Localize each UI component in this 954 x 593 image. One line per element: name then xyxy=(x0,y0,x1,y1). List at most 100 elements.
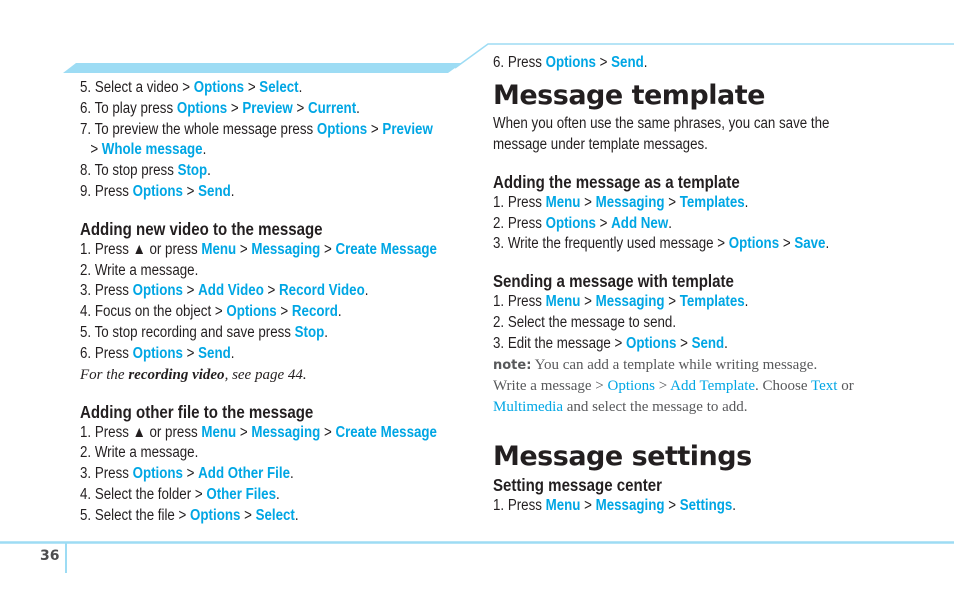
step-text: 4. Select the folder > xyxy=(80,485,207,503)
menu-path-item: Send xyxy=(198,344,231,362)
step-text: > xyxy=(236,240,252,258)
step-text: > xyxy=(580,193,596,211)
menu-path-item: Add New xyxy=(611,214,669,232)
step-text: . xyxy=(230,344,235,362)
step-item: 6. Press Options > Send. xyxy=(493,53,863,74)
reference-suffix: , see page 44. xyxy=(224,366,307,383)
right-column: 6. Press Options > Send. Message templat… xyxy=(493,53,923,516)
step-item: 2. Write a message. xyxy=(80,261,424,282)
step-text: > xyxy=(227,99,243,117)
step-text: > xyxy=(664,496,680,514)
title-message-template: Message template xyxy=(493,79,765,111)
step-text: 6. To play press xyxy=(80,99,177,117)
step-text: 8. To stop press xyxy=(80,162,178,180)
menu-path-item: Menu xyxy=(545,496,581,514)
menu-path-item: Preview xyxy=(242,99,293,117)
note-line-1: note: You can add a template while writi… xyxy=(493,355,923,376)
step-item: 1. Press Menu > Messaging > Templates. xyxy=(493,193,863,214)
intro-text-line-1: When you often use the same phrases, you… xyxy=(493,114,830,132)
menu-path-item: Send xyxy=(611,54,644,71)
step-text: . xyxy=(324,323,328,341)
step-text: . xyxy=(298,79,303,96)
step-text: Write a message > xyxy=(493,377,608,394)
note-line-3: Multimedia and select the message to add… xyxy=(493,397,923,418)
menu-path-item: Record xyxy=(291,303,338,321)
step-item: 5. Select a video > Options > Select. xyxy=(80,78,424,99)
step-text: . xyxy=(732,496,737,514)
step-text: . xyxy=(668,214,672,232)
step-text: > xyxy=(263,282,280,300)
menu-path-item: Stop xyxy=(177,162,208,180)
step-text: > xyxy=(676,334,692,352)
menu-path-item: Menu xyxy=(201,423,237,441)
menu-path-item: Send xyxy=(691,334,725,352)
menu-path-item: Select xyxy=(259,79,299,96)
step-item: 1. Press ▲ or press Menu > Messaging > C… xyxy=(80,423,437,444)
right-continued-steps-list: 6. Press Options > Send. xyxy=(493,53,923,74)
step-item: 4. Select the folder > Other Files. xyxy=(80,485,424,506)
section-heading-message-center: Setting message center xyxy=(493,474,662,495)
menu-path-item: Templates xyxy=(679,193,745,211)
step-text: 9. Press xyxy=(80,182,133,200)
step-item: 6. To play press Options > Preview > Cur… xyxy=(80,99,424,120)
menu-path-item: Options xyxy=(545,214,596,232)
step-text: . xyxy=(275,485,280,503)
note-label: note: xyxy=(493,357,532,373)
step-item: 4. Focus on the object > Options > Recor… xyxy=(80,302,424,323)
step-text: 5. Select the file > xyxy=(80,506,191,524)
menu-path-item: Record Video xyxy=(279,282,365,300)
step-text: 2. Select the message to send. xyxy=(493,313,677,331)
step-text: > xyxy=(182,182,199,200)
menu-path-item: Options xyxy=(176,99,228,117)
menu-path-item: Options xyxy=(132,182,183,200)
step-text: 1. Press ▲ or press xyxy=(80,240,202,258)
step-text: > xyxy=(182,344,199,362)
step-item: 1. Press Menu > Messaging > Settings. xyxy=(493,496,863,517)
step-item: 2. Select the message to send. xyxy=(493,313,863,334)
step-text: > xyxy=(320,423,336,441)
step-text: . xyxy=(337,303,342,321)
menu-path-item: Options xyxy=(316,120,368,138)
header-band xyxy=(63,63,462,73)
step-text: . xyxy=(724,334,728,352)
step-text: 7. To preview the whole message press xyxy=(80,120,317,138)
step-text: 1. Press xyxy=(493,193,546,211)
step-text: > xyxy=(292,99,308,117)
menu-path-item: Select xyxy=(255,506,295,524)
step-item: 3. Edit the message > Options > Send. xyxy=(493,334,863,355)
step-item: 3. Press Options > Add Other File. xyxy=(80,464,424,485)
menu-path-item: Other Files xyxy=(206,485,276,503)
step-text: . xyxy=(294,506,299,524)
sending-template-steps-list: 1. Press Menu > Messaging > Templates. 2.… xyxy=(493,292,923,354)
menu-path-item: Add Template xyxy=(670,377,756,394)
step-text: > xyxy=(664,293,680,311)
step-text: 3. Write the frequently used message > xyxy=(493,235,729,253)
section-heading-sending-template: Sending a message with template xyxy=(493,271,734,292)
step-item: 5. To stop recording and save press Stop… xyxy=(80,323,424,344)
step-text: > xyxy=(595,54,612,71)
menu-path-item: Create Message xyxy=(335,240,437,258)
step-text: 3. Edit the message > xyxy=(493,334,627,352)
intro-text-line-2: message under template messages. xyxy=(493,135,708,153)
step-text: 2. Write a message. xyxy=(80,261,199,279)
step-text: > xyxy=(367,120,383,138)
step-text: > xyxy=(276,303,292,321)
message-center-steps-list: 1. Press Menu > Messaging > Settings. xyxy=(493,496,923,517)
menu-path-item: Options xyxy=(626,334,677,352)
step-text: 6. Press xyxy=(493,54,546,71)
adding-template-steps-list: 1. Press Menu > Messaging > Templates. 2.… xyxy=(493,193,923,255)
step-text: > xyxy=(240,506,256,524)
step-text: . xyxy=(356,99,360,117)
step-text: . xyxy=(364,282,369,300)
step-item: 3. Press Options > Add Video > Record Vi… xyxy=(80,281,424,302)
reference-topic: recording video xyxy=(128,366,225,383)
section-heading-new-video: Adding new video to the message xyxy=(80,218,323,239)
menu-path-item: Options xyxy=(132,465,183,483)
menu-path-item: Options xyxy=(607,377,655,394)
step-item: 2. Write a message. xyxy=(80,443,424,464)
step-text: 1. Press ▲ or press xyxy=(80,423,202,441)
step-text: . xyxy=(643,54,648,71)
menu-path-item: Settings xyxy=(679,496,733,514)
reference-prefix: For the xyxy=(80,366,129,383)
step-text: > xyxy=(236,423,252,441)
